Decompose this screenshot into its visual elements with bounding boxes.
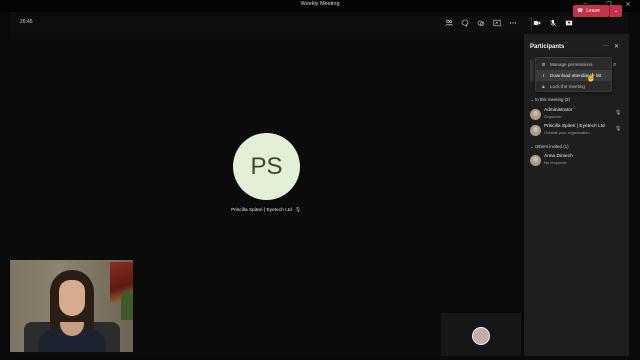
download-icon: ⭳ bbox=[542, 72, 545, 78]
in-meeting-header[interactable]: ⌄ In this meeting (2) bbox=[530, 97, 570, 103]
participants-options-menu: ⚙ Manage permissions ⭳ Download attendan… bbox=[535, 57, 612, 92]
mic-off-icon[interactable] bbox=[547, 17, 559, 29]
title-bar: Weekly Meeting – ❐ ✕ bbox=[0, 0, 640, 12]
participant-role: Organizer bbox=[544, 114, 562, 119]
invited-row[interactable]: Anna Dimech No response bbox=[530, 153, 625, 169]
participant-tile-avatar bbox=[472, 327, 490, 345]
share-screen-icon[interactable] bbox=[563, 17, 575, 29]
camera-icon[interactable] bbox=[531, 17, 543, 29]
close-window-icon[interactable]: ✕ bbox=[622, 1, 634, 8]
window-title: Weekly Meeting bbox=[300, 1, 340, 7]
main-participant-avatar: PS bbox=[233, 133, 300, 200]
mouse-pointer-icon: ☝ bbox=[586, 73, 596, 82]
gear-icon: ⚙ bbox=[541, 61, 546, 67]
others-invited-header[interactable]: ⌄ Others invited (1) bbox=[530, 144, 569, 150]
panel-more-icon[interactable]: ··· bbox=[603, 43, 609, 49]
menu-item-lock-meeting[interactable]: 🔒︎ Lock the meeting bbox=[536, 81, 611, 92]
people-icon[interactable] bbox=[443, 17, 455, 29]
participant-row[interactable]: Administrator Organizer 🎙︎ bbox=[530, 107, 625, 123]
panel-title: Participants bbox=[530, 44, 565, 50]
meeting-toolbar: 26:45 bbox=[10, 12, 628, 34]
participant-name: Administrator bbox=[544, 108, 573, 113]
participant-role: Outside your organization bbox=[544, 130, 590, 135]
panel-close-icon[interactable]: ✕ bbox=[614, 43, 619, 50]
participant-name: Priscilla Spiteri | Eyetech Ltd bbox=[544, 124, 605, 129]
lock-icon: 🔒︎ bbox=[542, 84, 545, 89]
participant-row[interactable]: Priscilla Spiteri | Eyetech Ltd Outside … bbox=[530, 123, 625, 139]
react-icon[interactable] bbox=[475, 17, 487, 29]
avatar bbox=[530, 109, 541, 120]
participant-tile[interactable] bbox=[441, 313, 521, 356]
share-invite-strip bbox=[530, 60, 534, 82]
menu-item-label: Lock the meeting bbox=[550, 84, 585, 89]
leave-button-label: Leave bbox=[586, 8, 600, 14]
chat-icon[interactable] bbox=[459, 17, 471, 29]
phone-hangup-icon: ☎ bbox=[577, 8, 584, 14]
person-face bbox=[59, 280, 85, 316]
avatar bbox=[530, 125, 541, 136]
main-participant-name: Priscilla Spiteri | Eyetech Ltd bbox=[231, 208, 292, 213]
invited-name: Anna Dimech bbox=[544, 154, 573, 159]
share-tray-icon[interactable] bbox=[491, 17, 503, 29]
self-video-preview bbox=[10, 260, 133, 352]
menu-item-download-attendance[interactable]: ⭳ Download attendance list bbox=[536, 70, 611, 81]
menu-item-manage-permissions[interactable]: ⚙ Manage permissions bbox=[536, 59, 611, 70]
plant bbox=[121, 290, 133, 320]
more-icon[interactable] bbox=[507, 17, 519, 29]
avatar bbox=[530, 155, 541, 166]
leave-button[interactable]: ☎ Leave bbox=[573, 5, 609, 17]
main-participant-name-row: Priscilla Spiteri | Eyetech Ltd 🎙︎ bbox=[10, 208, 522, 213]
muted-mic-icon: 🎙︎ bbox=[294, 208, 301, 213]
invited-status: No response bbox=[544, 160, 567, 165]
leave-options-chevron-icon[interactable]: ⌄ bbox=[609, 5, 622, 17]
muted-mic-icon: 🎙︎ bbox=[615, 110, 622, 116]
search-icon[interactable]: ⌕ bbox=[613, 62, 616, 69]
menu-item-label: Manage permissions bbox=[550, 62, 593, 67]
muted-mic-icon: 🎙︎ bbox=[615, 126, 622, 132]
meeting-timer: 26:45 bbox=[20, 19, 33, 25]
